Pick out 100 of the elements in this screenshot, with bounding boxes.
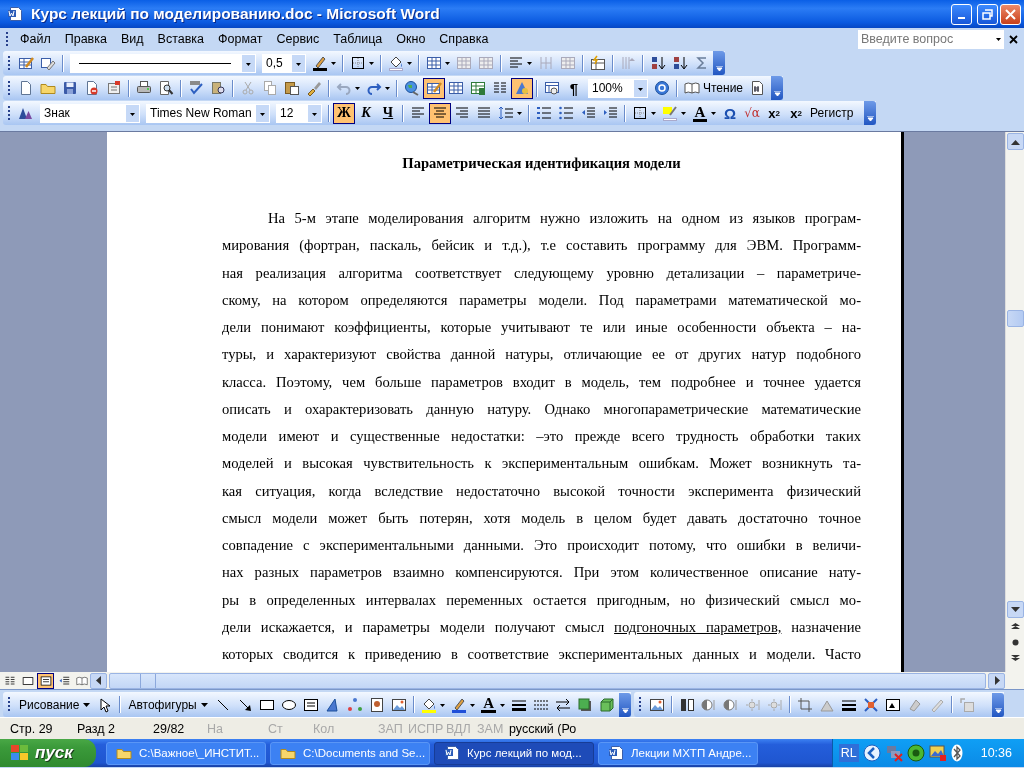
italic-button[interactable]: К [355, 102, 377, 124]
line-style-field[interactable] [70, 53, 256, 73]
border-icon[interactable] [350, 55, 366, 71]
picture-icon[interactable] [390, 696, 407, 713]
menu-item[interactable]: Вставка [150, 30, 212, 48]
clip-art-icon[interactable] [368, 696, 385, 713]
decrease-indent-icon[interactable] [580, 105, 596, 121]
menu-item[interactable]: Таблица [326, 30, 390, 48]
shadow-icon[interactable] [576, 696, 593, 713]
hyperlink-icon[interactable] [404, 80, 420, 96]
contrast-down-icon[interactable] [723, 696, 739, 713]
page-number-icon[interactable] [749, 80, 766, 96]
spreadsheet-icon[interactable] [470, 80, 486, 96]
color-icon[interactable] [679, 696, 695, 713]
drawing-menu[interactable]: Рисование [15, 694, 95, 715]
show-hidden-icons-button[interactable] [862, 744, 881, 762]
horizontal-scrollbar[interactable] [109, 672, 986, 689]
show-marks-button[interactable]: ¶ [563, 77, 585, 99]
insert-picture-icon[interactable] [649, 696, 665, 713]
zoom-field[interactable]: 100% [588, 78, 648, 98]
new-document-icon[interactable] [18, 80, 34, 96]
close-icon[interactable] [1009, 34, 1018, 44]
line-color-icon[interactable] [450, 696, 467, 713]
align-icon[interactable] [508, 55, 524, 71]
help-icon[interactable] [654, 80, 670, 96]
scroll-left-button[interactable] [90, 672, 107, 689]
highlight-icon[interactable] [662, 105, 678, 121]
superscript-button[interactable]: x$^{2}$ [763, 102, 785, 124]
menu-item[interactable]: Сервис [269, 30, 327, 48]
split-cells-icon[interactable] [478, 55, 494, 71]
text-wrap-icon[interactable] [885, 696, 901, 713]
toolbar-options-button[interactable] [619, 692, 631, 717]
numbering-icon[interactable] [536, 105, 552, 121]
crop-icon[interactable] [797, 696, 813, 713]
toolbar-options-button[interactable] [771, 76, 783, 100]
diagram-icon[interactable] [346, 696, 363, 713]
taskbar-button[interactable]: Курс лекций по мод... [434, 741, 594, 765]
drawing-button[interactable] [511, 77, 533, 99]
start-button[interactable]: пуск [0, 739, 96, 767]
taskbar-button[interactable]: C:\Важное\_ИНСТИТ... [106, 741, 266, 765]
redo-icon[interactable] [366, 80, 382, 96]
scroll-down-button[interactable] [1006, 601, 1024, 618]
underline-button[interactable]: Ч [377, 102, 399, 124]
menu-item[interactable]: Окно [389, 30, 433, 48]
font-field[interactable]: Times New Roman [146, 103, 270, 123]
pen-color-icon[interactable] [312, 55, 328, 71]
menu-item[interactable]: Формат [211, 30, 270, 48]
bold-button[interactable]: Ж [333, 102, 355, 124]
close-button[interactable] [1000, 3, 1021, 25]
symbol-button[interactable]: Ω [719, 102, 741, 124]
scrollbar-thumb[interactable] [1006, 310, 1024, 327]
insert-table-icon[interactable] [426, 55, 442, 71]
print-preview-icon[interactable] [158, 80, 174, 96]
equation-button[interactable]: √α [741, 102, 763, 124]
save-icon[interactable] [62, 80, 78, 96]
restore-button[interactable] [977, 3, 998, 25]
fill-color-icon[interactable] [388, 55, 404, 71]
menu-item[interactable]: Правка [57, 30, 114, 48]
sort-ascending-icon[interactable] [650, 55, 666, 71]
table-autoformat-icon[interactable] [590, 55, 606, 71]
style-field[interactable]: Знак [40, 103, 140, 123]
toolbar-options-button[interactable] [713, 51, 725, 75]
menu-item[interactable]: Справка [432, 30, 496, 48]
menu-item[interactable]: Файл [13, 30, 58, 48]
line-spacing-icon[interactable] [498, 105, 514, 121]
contrast-up-icon[interactable] [701, 696, 717, 713]
document-map-icon[interactable] [544, 80, 560, 96]
eraser-icon[interactable] [40, 55, 56, 71]
taskbar-button[interactable]: Лекции МХТП Андре... [598, 741, 758, 765]
autoshapes-menu[interactable]: Автофигуры [124, 694, 212, 715]
increase-indent-icon[interactable] [602, 105, 618, 121]
change-case-button[interactable]: Регистр [807, 102, 857, 124]
bullets-icon[interactable] [558, 105, 574, 121]
insert-table-icon[interactable] [448, 80, 464, 96]
line-weight-field[interactable]: 0,5 [262, 53, 306, 73]
research-icon[interactable] [210, 80, 226, 96]
columns-icon[interactable] [492, 80, 508, 96]
font-color-button[interactable]: A [689, 102, 711, 124]
align-center-button[interactable] [429, 102, 451, 124]
merge-cells-icon[interactable] [456, 55, 472, 71]
language-indicator[interactable]: RL [838, 744, 859, 762]
email-icon[interactable] [106, 80, 122, 96]
scroll-up-button[interactable] [1006, 133, 1024, 150]
print-icon[interactable] [136, 80, 152, 96]
table-pencil-icon[interactable] [18, 55, 34, 71]
display-icon[interactable] [928, 744, 947, 762]
permission-icon[interactable] [84, 80, 100, 96]
scroll-right-button[interactable] [988, 672, 1005, 689]
taskbar-button[interactable]: C:\Documents and Se... [270, 741, 430, 765]
text-box-icon[interactable] [302, 696, 319, 713]
sort-descending-icon[interactable] [672, 55, 688, 71]
toolbar-options-button[interactable] [864, 101, 876, 125]
help-search-field[interactable]: Введите вопрос [858, 29, 1004, 49]
spelling-icon[interactable] [188, 80, 204, 96]
format-painter-icon[interactable] [306, 80, 322, 96]
print-layout-view-button[interactable] [37, 672, 54, 689]
wordart-icon[interactable] [324, 696, 341, 713]
tables-borders-button[interactable] [423, 77, 445, 99]
vertical-scrollbar[interactable] [1005, 132, 1024, 672]
font-color-button[interactable]: A [477, 694, 500, 715]
